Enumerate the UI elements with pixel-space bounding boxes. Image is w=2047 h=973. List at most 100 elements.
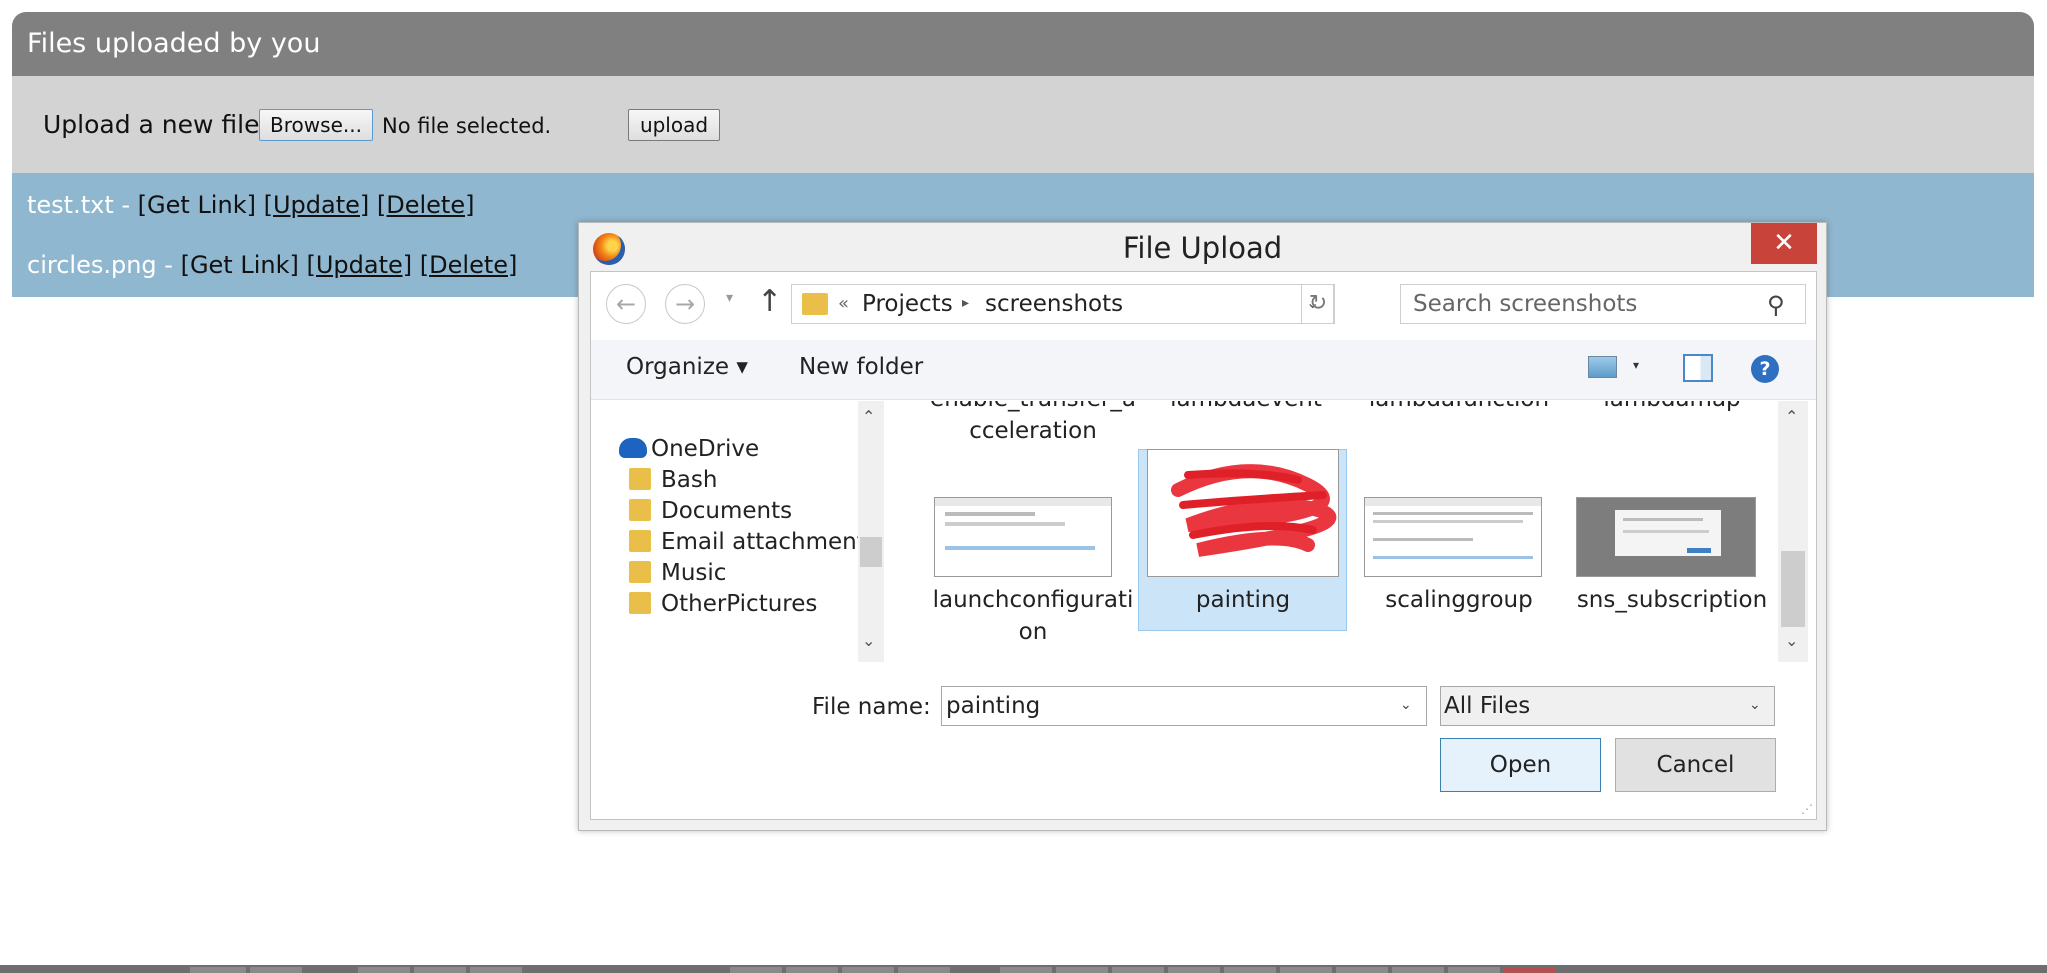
taskbar-item[interactable] (730, 967, 782, 973)
file-type-select[interactable]: All Files ⌄ (1440, 686, 1775, 726)
taskbar-item[interactable] (1168, 967, 1220, 973)
update-link[interactable]: [Update] (307, 251, 413, 279)
search-icon[interactable]: ⚲ (1767, 291, 1785, 319)
taskbar-item[interactable] (1056, 967, 1108, 973)
scroll-down-icon[interactable]: ⌄ (1785, 631, 1798, 650)
file-tile[interactable]: launchconfigurati on (929, 497, 1137, 648)
taskbar-item[interactable] (1280, 967, 1332, 973)
file-tile-label: scalinggroup (1385, 587, 1533, 613)
address-bar[interactable]: « Projects ▸ screenshots ⌄ (791, 284, 1334, 324)
taskbar-item[interactable] (1336, 967, 1388, 973)
file-tile-label: lambdamap (1568, 401, 1774, 415)
file-tile-partial[interactable]: enable_transfer_a cceleration (929, 401, 1137, 447)
cloud-icon (619, 438, 647, 458)
file-tile-painting[interactable]: painting (1139, 449, 1347, 616)
back-arrow-icon[interactable]: ← (606, 284, 646, 324)
page-title: Files uploaded by you (27, 28, 321, 59)
breadcrumb-projects[interactable]: Projects (862, 291, 953, 317)
taskbar-item[interactable] (358, 967, 410, 973)
file-tile-label: launchconfigurati on (932, 587, 1134, 645)
screenshot-thumbnail (1364, 497, 1542, 577)
nav-item-music[interactable]: Music (629, 560, 726, 586)
organize-button[interactable]: Organize ▾ (626, 354, 748, 380)
resize-grip-icon[interactable]: ⋰ (1801, 802, 1813, 816)
dialog-title: File Upload (1122, 231, 1283, 265)
forward-arrow-icon[interactable]: → (665, 284, 705, 324)
breadcrumb-separator-icon[interactable]: ▸ (962, 295, 969, 311)
file-tile-partial[interactable]: lambdamap (1568, 401, 1774, 415)
upload-button[interactable]: upload (628, 109, 720, 141)
scroll-down-icon[interactable]: ⌄ (862, 631, 875, 650)
taskbar-item[interactable] (1448, 967, 1500, 973)
nav-item-label: Music (661, 560, 727, 586)
file-name-input[interactable]: painting ⌄ (941, 686, 1427, 726)
file-tile[interactable]: sns_subscription (1568, 497, 1774, 616)
nav-item-documents[interactable]: Documents (629, 498, 792, 524)
search-input[interactable]: Search screenshots ⚲ (1400, 284, 1806, 324)
taskbar-item[interactable] (898, 967, 950, 973)
chevron-down-icon[interactable]: ⌄ (1400, 697, 1412, 713)
close-button[interactable]: ✕ (1751, 223, 1817, 264)
taskbar-item[interactable] (414, 967, 466, 973)
new-folder-button[interactable]: New folder (799, 354, 923, 380)
nav-item-onedrive[interactable]: OneDrive (619, 436, 759, 462)
taskbar-item[interactable] (1504, 967, 1556, 973)
help-icon[interactable]: ? (1751, 355, 1779, 383)
delete-link[interactable]: [Delete] (420, 251, 518, 279)
file-grid-scrollbar[interactable]: ⌃ ⌄ (1778, 401, 1808, 662)
file-tile-partial[interactable]: lambdaevent (1142, 401, 1350, 415)
nav-item-otherpictures[interactable]: OtherPictures (629, 591, 817, 617)
refresh-icon[interactable]: ↻ (1301, 284, 1335, 324)
painting-thumbnail (1147, 449, 1339, 577)
scrollbar-thumb[interactable] (860, 537, 882, 567)
file-tile-label: enable_transfer_a cceleration (930, 401, 1136, 444)
nav-item-email-attachments[interactable]: Email attachments (629, 529, 858, 555)
taskbar-item[interactable] (250, 967, 302, 973)
breadcrumb-screenshots[interactable]: screenshots (985, 291, 1123, 317)
chevron-down-icon[interactable]: ⌄ (1749, 697, 1761, 713)
nav-pane-scrollbar[interactable]: ⌃ ⌄ (858, 401, 884, 662)
file-tile-label: sns_subscription (1576, 587, 1768, 613)
change-view-icon[interactable] (1588, 356, 1617, 378)
scroll-up-icon[interactable]: ⌃ (1785, 407, 1798, 426)
taskbar-item[interactable] (1000, 967, 1052, 973)
taskbar-item[interactable] (786, 967, 838, 973)
scroll-up-icon[interactable]: ⌃ (862, 407, 875, 426)
file-tile-partial[interactable]: lambdafunction (1355, 401, 1563, 415)
taskbar-item[interactable] (1112, 967, 1164, 973)
file-name: test.txt (27, 191, 114, 219)
folder-icon (629, 530, 651, 552)
nav-item-label: Bash (661, 467, 718, 493)
folder-icon (802, 293, 828, 315)
folder-icon (629, 561, 651, 583)
taskbar-item[interactable] (1224, 967, 1276, 973)
preview-pane-icon[interactable] (1683, 354, 1713, 382)
get-link[interactable]: [Get Link] (181, 251, 299, 279)
update-link[interactable]: [Update] (264, 191, 370, 219)
view-options-icon[interactable]: ▾ (1633, 358, 1639, 372)
file-tile[interactable]: scalinggroup (1355, 497, 1563, 616)
scrollbar-thumb[interactable] (1781, 551, 1805, 627)
screenshot-thumbnail (1576, 497, 1756, 577)
get-link[interactable]: [Get Link] (138, 191, 256, 219)
file-separator: - (156, 251, 181, 279)
taskbar-item[interactable] (470, 967, 522, 973)
file-separator: - (113, 191, 138, 219)
dialog-body: ← → ▾ ↑ « Projects ▸ screenshots ⌄ ↻ Sea… (590, 271, 1817, 820)
taskbar-item[interactable] (1392, 967, 1444, 973)
cancel-button[interactable]: Cancel (1615, 738, 1776, 792)
nav-item-bash[interactable]: Bash (629, 467, 717, 493)
navigation-bar: ← → ▾ ↑ « Projects ▸ screenshots ⌄ ↻ Sea… (591, 272, 1816, 340)
breadcrumb-overflow-icon[interactable]: « (838, 293, 849, 314)
file-name-value: painting (946, 693, 1041, 719)
nav-item-label: OtherPictures (661, 591, 818, 617)
open-button[interactable]: Open (1440, 738, 1601, 792)
file-name: circles.png (27, 251, 157, 279)
taskbar-item[interactable] (190, 967, 246, 973)
nav-item-label: Email attachments (661, 529, 858, 555)
browse-button[interactable]: Browse... (259, 109, 373, 141)
taskbar-item[interactable] (842, 967, 894, 973)
up-arrow-icon[interactable]: ↑ (757, 284, 782, 319)
delete-link[interactable]: [Delete] (377, 191, 475, 219)
recent-locations-icon[interactable]: ▾ (726, 290, 733, 306)
